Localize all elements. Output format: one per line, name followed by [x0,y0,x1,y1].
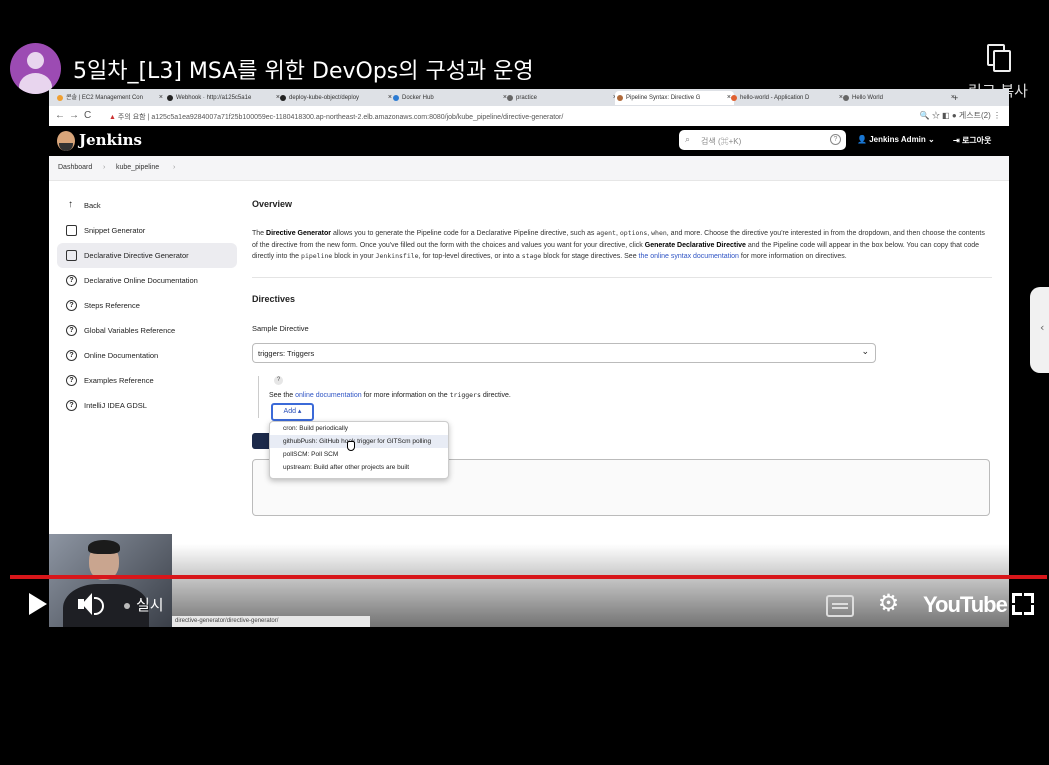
arrow-up-icon: ↑ [68,199,73,210]
help-icon: ? [66,350,77,361]
menu-item-cron[interactable]: cron: Build periodically [270,422,448,435]
volume-icon[interactable] [78,592,106,616]
help-icon: ? [66,300,77,311]
overview-paragraph: The Directive Generator allows you to ge… [252,229,985,260]
sidebar: ↑ Back Snippet Generator Declarative Dire… [57,193,237,418]
url-text[interactable]: ▲ 주의 요함 | a125c5a1ea9284007a71f25b100059… [109,112,563,122]
browser-tab[interactable]: deploy-kube-object/deploy × [278,91,395,105]
browser-tab[interactable]: Hello World × [841,91,958,105]
search-input[interactable]: ⌕ 검색 (⌘+K) ? [679,130,846,150]
youtube-logo[interactable]: YouTube [923,592,1008,618]
subtitles-icon[interactable] [826,595,854,617]
controls-gradient [49,544,1009,627]
online-documentation-link[interactable]: online documentation [295,392,362,399]
side-panel-toggle[interactable]: ‹ [1030,287,1049,373]
see-docs-text: See the online documentation for more in… [269,391,511,399]
copy-icon [987,44,1011,72]
sidebar-item-declarative-directive-generator[interactable]: Declarative Directive Generator [57,243,237,268]
divider [252,277,992,278]
gear-icon [66,225,77,236]
fullscreen-icon[interactable] [1012,593,1034,615]
forward-arrow-icon[interactable]: → [69,110,79,121]
select-value: triggers: Triggers [258,349,315,358]
help-icon: ? [66,400,77,411]
new-tab-button[interactable]: + [953,91,965,105]
mouse-cursor-icon [347,441,355,451]
browser-tab[interactable]: Docker Hub × [391,91,510,105]
browser-tab-active[interactable]: Pipeline Syntax: Directive G × [615,91,734,105]
breadcrumb: Dashboard › kube_pipeline › [49,156,1009,181]
jenkins-logo[interactable] [57,131,75,151]
browser-toolbar-right[interactable]: 🔍 ☆ ◧ ● 게스트(2) ⋮ [920,110,1001,121]
menu-item-githubpush[interactable]: githubPush: GitHub hook trigger for GITS… [270,435,448,448]
menu-item-pollscm[interactable]: pollSCM: Poll SCM [270,448,448,461]
live-indicator: 실시 [124,594,164,615]
help-icon[interactable]: ? [274,376,283,385]
chevron-left-icon: ‹ [1040,321,1045,334]
sidebar-item-declarative-online-docs[interactable]: ? Declarative Online Documentation [57,268,237,293]
help-icon: ? [66,325,77,336]
sidebar-item-global-variables[interactable]: ? Global Variables Reference [57,318,237,343]
jenkins-brand[interactable]: Jenkins [79,131,142,149]
chevron-down-icon: ⌄ [861,346,869,356]
settings-gear-icon[interactable]: ⚙ [877,591,900,615]
user-menu[interactable]: 👤 Jenkins Admin ⌄ [857,135,935,144]
breadcrumb-job[interactable]: kube_pipeline [116,164,159,171]
back-arrow-icon[interactable]: ← [55,110,65,121]
search-icon: ⌕ [685,134,691,144]
video-title[interactable]: 5일차_[L3] MSA를 위한 DevOps의 구성과 운영 [73,53,534,85]
add-button[interactable]: Add ▴ [271,403,314,421]
gear-icon [66,250,77,261]
help-icon[interactable]: ? [830,134,841,145]
help-icon: ? [66,275,77,286]
browser-tab-strip: 콘솔 | EC2 Management Con × Webhook · http:… [49,89,1009,106]
add-dropdown-menu: cron: Build periodically githubPush: Git… [269,421,449,479]
sidebar-item-examples-reference[interactable]: ? Examples Reference [57,368,237,393]
breadcrumb-dashboard[interactable]: Dashboard [58,164,92,171]
sidebar-item-back[interactable]: ↑ Back [57,193,237,218]
youtube-top-bar: 5일차_[L3] MSA를 위한 DevOps의 구성과 운영 링크 복사 [0,0,1049,100]
menu-item-upstream[interactable]: upstream: Build after other projects are… [270,461,448,474]
sidebar-item-online-documentation[interactable]: ? Online Documentation [57,343,237,368]
section-rule [258,376,259,418]
browser-status-url: directive-generator/directive-generator/ [172,616,370,627]
syntax-docs-link[interactable]: the online syntax documentation [639,253,739,260]
help-icon: ? [66,375,77,386]
overview-heading: Overview [252,199,293,209]
sidebar-item-intellij-gdsl[interactable]: ? IntelliJ IDEA GDSL [57,393,237,418]
sample-directive-select[interactable]: triggers: Triggers ⌄ [252,343,876,363]
progress-bar[interactable] [10,575,1047,579]
channel-avatar[interactable] [10,43,61,94]
sidebar-item-snippet-generator[interactable]: Snippet Generator [57,218,237,243]
reload-icon[interactable]: C [84,110,91,121]
browser-tab[interactable]: 콘솔 | EC2 Management Con × [55,91,166,105]
address-bar[interactable]: ← → C ▲ 주의 요함 | a125c5a1ea9284007a71f25b… [49,106,1009,127]
browser-tab[interactable]: practice× [505,91,620,105]
sidebar-item-steps-reference[interactable]: ? Steps Reference [57,293,237,318]
directives-heading: Directives [252,294,296,304]
sample-directive-label: Sample Directive [252,324,309,333]
search-placeholder: 검색 (⌘+K) [701,137,742,146]
video-frame[interactable]: 콘솔 | EC2 Management Con × Webhook · http:… [49,89,1009,627]
play-icon[interactable] [29,593,47,615]
logout-link[interactable]: ⇥ 로그아웃 [953,135,991,146]
jenkins-header: Jenkins ⌕ 검색 (⌘+K) ? 👤 Jenkins Admin ⌄ ⇥… [49,126,1009,156]
browser-tab[interactable]: Webhook · http://a125c5a1e × [165,91,283,105]
browser-tab[interactable]: hello-world - Application D × [729,91,846,105]
